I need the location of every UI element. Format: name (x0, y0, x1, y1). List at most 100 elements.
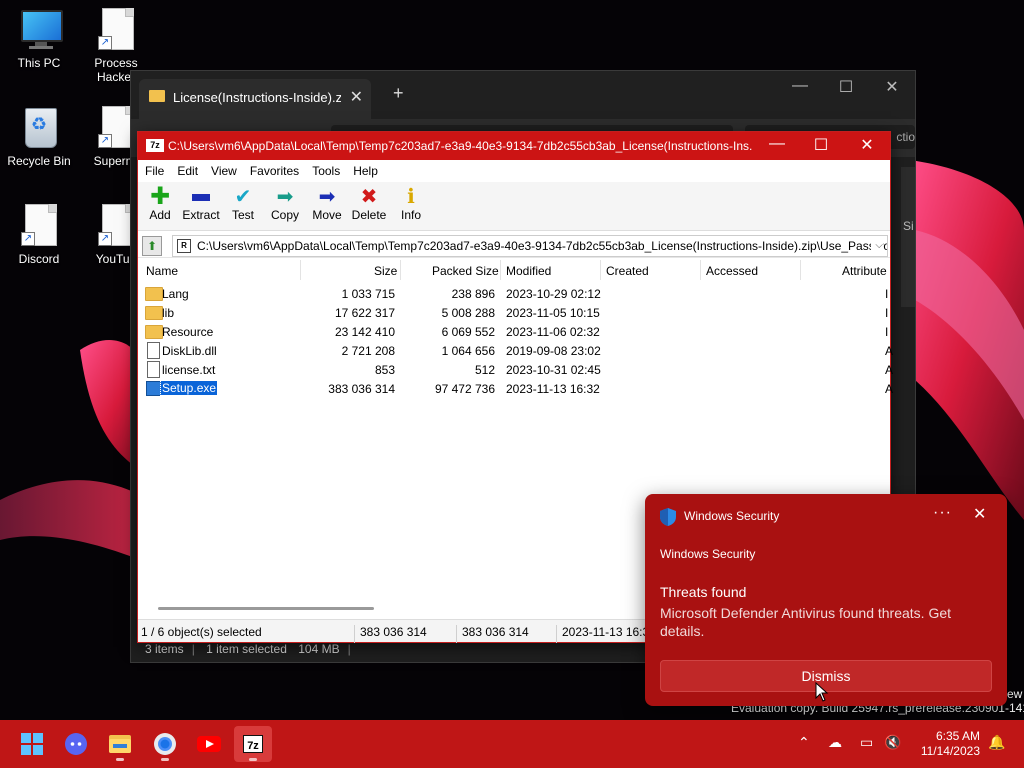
folder-icon (145, 325, 163, 339)
details-pane: Si (901, 167, 915, 307)
path-field[interactable]: R C:\Users\vm6\AppData\Local\Temp\Temp7c… (172, 235, 888, 257)
new-tab-button[interactable]: + (393, 83, 404, 104)
file-size: 1 033 715 (341, 287, 395, 301)
explorer-tab[interactable]: License(Instructions-Inside).zip ✕ (139, 79, 371, 119)
taskbar: 7z ⌃ ☁ ▭ 🔇 6:35 AM 11/14/2023 🔔 (0, 720, 1024, 768)
7zip-title-bar: 7z C:\Users\vm6\AppData\Local\Temp\Temp7… (138, 132, 890, 160)
file-icon (147, 342, 160, 359)
item-count: 3 items (145, 642, 184, 656)
table-row[interactable]: lib 17 622 317 5 008 288 2023-11-05 10:1… (138, 303, 890, 322)
volume-muted-icon[interactable]: 🔇 (884, 734, 901, 751)
close-tab-icon[interactable]: ✕ (350, 87, 363, 107)
table-row[interactable]: Lang 1 033 715 238 896 2023-10-29 02:12 … (138, 284, 890, 303)
test-button[interactable]: ✔ Test (221, 186, 265, 222)
maximize-button[interactable]: ☐ (823, 77, 869, 97)
folder-icon (149, 90, 165, 102)
desktop-icon-recycle-bin[interactable]: Recycle Bin (1, 106, 77, 168)
column-modified[interactable]: Modified (506, 264, 551, 278)
running-indicator (116, 758, 124, 761)
file-size: 853 (374, 363, 395, 377)
clock[interactable]: 6:35 AM 11/14/2023 (912, 729, 980, 759)
file-packed-size: 6 069 552 (441, 325, 495, 339)
column-size[interactable]: Size (374, 264, 397, 278)
test-label: Test (231, 208, 254, 222)
close-button[interactable]: ✕ (844, 135, 890, 155)
file-packed-size: 5 008 288 (441, 306, 495, 320)
table-row[interactable]: Resource 23 142 410 6 069 552 2023-11-06… (138, 322, 890, 341)
running-indicator (249, 758, 257, 761)
horizontal-scrollbar[interactable] (158, 607, 374, 610)
selection-packed-size: 383 036 314 (462, 625, 529, 639)
desktop-icon-this-pc[interactable]: This PC (1, 8, 77, 70)
taskbar-file-explorer[interactable] (101, 726, 139, 762)
file-size: 2 721 208 (341, 344, 395, 358)
file-attributes: I (885, 287, 889, 301)
file-size: 383 036 314 (328, 382, 395, 396)
display-icon[interactable]: ▭ (860, 734, 873, 751)
maximize-button[interactable]: ☐ (798, 135, 844, 155)
taskbar-chrome[interactable] (146, 726, 184, 762)
file-attributes: I (885, 325, 889, 339)
selection-status: 1 / 6 object(s) selected (141, 625, 262, 639)
extract-button[interactable]: Extract (179, 186, 223, 222)
column-created[interactable]: Created (606, 264, 649, 278)
chevron-down-icon[interactable]: ⌵ (871, 236, 883, 256)
notification-bell-icon[interactable]: 🔔 (988, 734, 1005, 751)
document-icon: ↗ (19, 204, 59, 248)
add-button[interactable]: ✚ Add (138, 183, 182, 223)
file-name: Lang (162, 287, 189, 301)
file-name: lib (162, 306, 175, 320)
info-button[interactable]: ℹ Info (389, 186, 433, 222)
window-title: C:\Users\vm6\AppData\Local\Temp\Temp7c20… (168, 139, 753, 153)
close-button[interactable]: ✕ (869, 77, 915, 97)
minimize-button[interactable]: — (777, 77, 823, 95)
menu-edit[interactable]: Edit (170, 160, 204, 178)
column-attributes[interactable]: Attribute (842, 264, 887, 278)
notification-body[interactable]: Microsoft Defender Antivirus found threa… (660, 604, 980, 640)
text-file-icon (147, 361, 160, 378)
check-icon: ✔ (234, 186, 252, 208)
table-row[interactable]: license.txt 853 512 2023-10-31 02:45 A (138, 360, 893, 379)
taskbar-discord[interactable] (57, 726, 95, 762)
taskbar-youtube[interactable] (190, 726, 228, 762)
up-folder-icon[interactable]: ⬆ (142, 236, 162, 256)
column-name[interactable]: Name (146, 264, 178, 278)
document-icon: ↗ (96, 8, 136, 52)
column-accessed[interactable]: Accessed (706, 264, 758, 278)
menu-tools[interactable]: Tools (305, 160, 346, 178)
taskbar-7zip[interactable]: 7z (234, 726, 272, 762)
menu-help[interactable]: Help (346, 160, 384, 178)
file-packed-size: 238 896 (451, 287, 495, 301)
menu-file[interactable]: File (138, 160, 170, 178)
table-row-selected[interactable]: Setup.exe 383 036 314 97 472 736 2023-11… (138, 379, 893, 398)
file-packed-size: 97 472 736 (434, 382, 495, 396)
desktop-icon-discord[interactable]: ↗ Discord (1, 204, 77, 266)
menu-bar: File Edit View Favorites Tools Help (138, 160, 890, 182)
table-row[interactable]: DiskLib.dll 2 721 208 1 064 656 2019-09-… (138, 341, 893, 360)
column-packed-size[interactable]: Packed Size (432, 264, 499, 278)
folder-icon (145, 287, 163, 301)
file-name: Setup.exe (159, 380, 219, 396)
notification-app-name: Windows Security (684, 509, 780, 523)
show-hidden-icons-chevron-up-icon[interactable]: ⌃ (798, 734, 810, 751)
windows-security-notification[interactable]: Windows Security ··· ✕ Windows Security … (645, 494, 1007, 706)
file-modified: 2019-09-08 23:02 (506, 344, 601, 358)
youtube-icon (197, 736, 221, 752)
plus-icon: ✚ (149, 183, 171, 210)
file-modified: 2023-10-29 02:12 (506, 287, 601, 301)
menu-view[interactable]: View (204, 160, 243, 178)
menu-favorites[interactable]: Favorites (243, 160, 305, 178)
recycle-bin-icon (19, 106, 59, 150)
copy-button[interactable]: ➡ Copy (263, 186, 307, 222)
delete-button[interactable]: ✖ Delete (347, 186, 391, 222)
start-button[interactable] (13, 726, 51, 762)
network-off-icon[interactable]: ☁ (828, 734, 842, 751)
desktop-icon-label: Discord (18, 252, 60, 266)
minimize-button[interactable]: — (754, 135, 800, 153)
7zip-icon: 7z (243, 735, 263, 753)
more-options-icon[interactable]: ··· (933, 504, 952, 522)
move-button[interactable]: ➡ Move (305, 186, 349, 222)
close-icon[interactable]: ✕ (973, 504, 986, 524)
file-name: license.txt (162, 363, 216, 377)
archive-icon: R (177, 239, 191, 253)
